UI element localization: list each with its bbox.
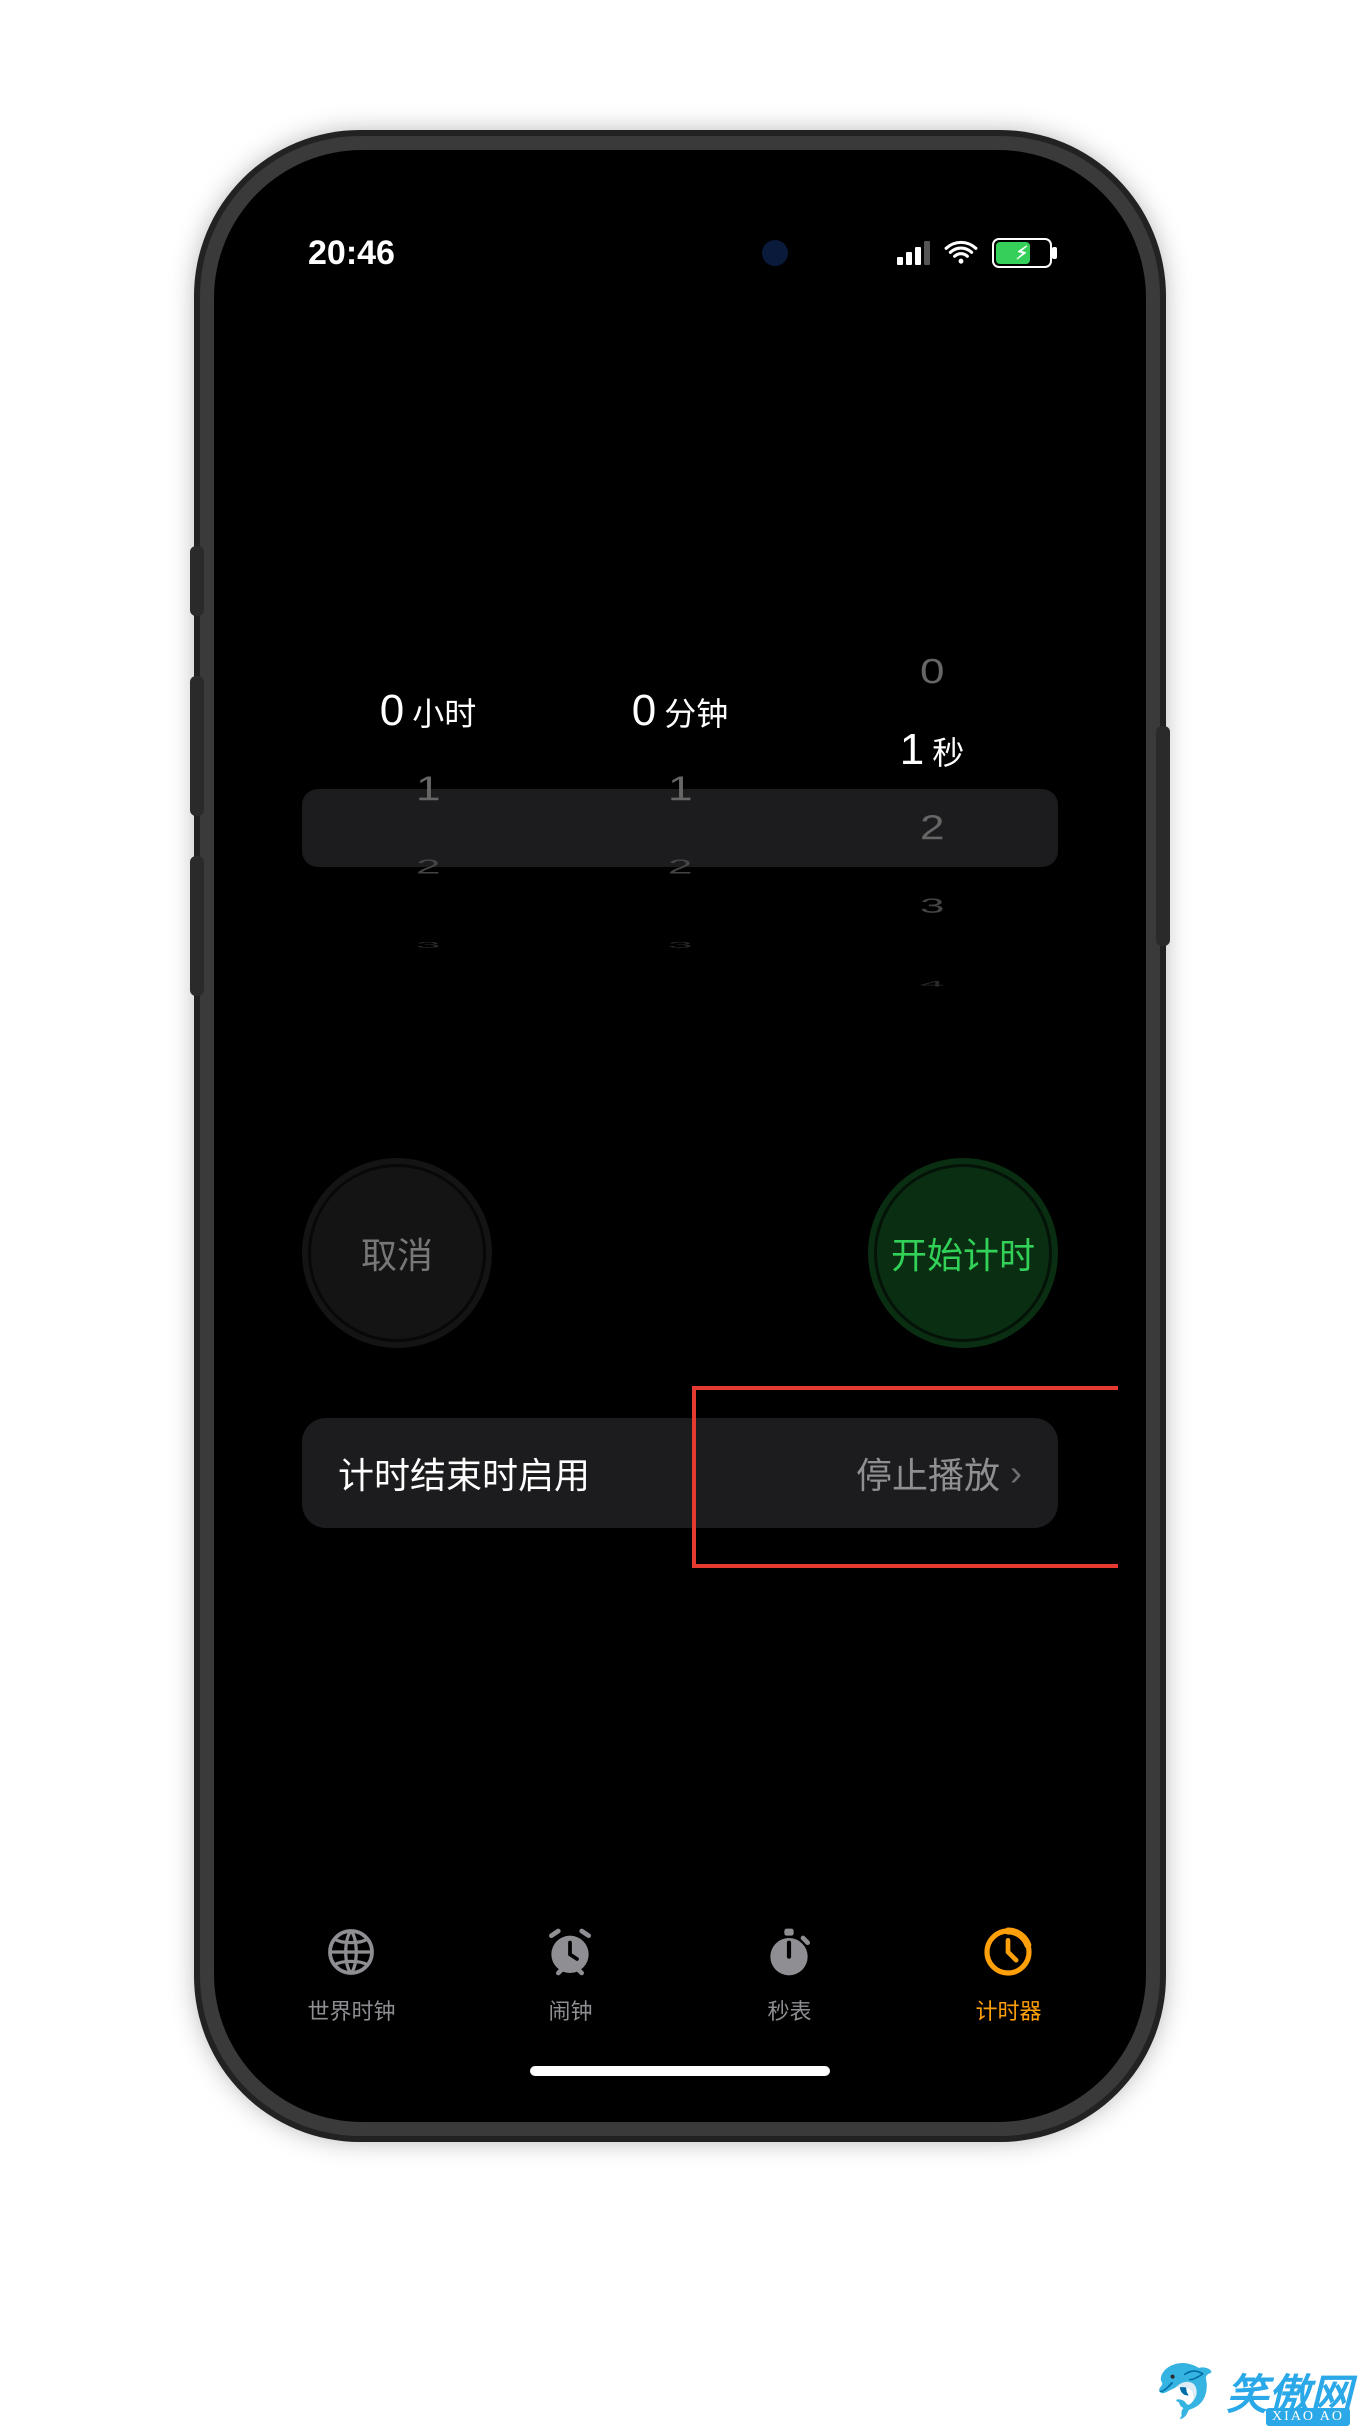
hours-next-1: 1 [415,759,440,821]
status-time: 20:46 [308,234,448,273]
seconds-selected: 1 秒 [900,711,965,789]
world-clock-icon [323,1924,379,1986]
timer-icon [980,1924,1036,1986]
tab-world-clock[interactable]: 世界时钟 [246,1924,456,2026]
when-timer-ends-row[interactable]: 计时结束时启用 停止播放 › [302,1418,1058,1528]
seconds-next-2: 3 [919,889,944,925]
battery-charging-icon: ⚡︎ [1016,244,1029,262]
home-indicator[interactable] [530,2066,830,2076]
watermark-subtext: XIAO AO [1266,2408,1350,2426]
battery-icon: ⚡︎ [992,238,1052,268]
stopwatch-icon [761,1924,817,1986]
start-button[interactable]: 开始计时 [868,1158,1058,1348]
when-timer-ends-label: 计时结束时启用 [338,1447,590,1499]
tab-stopwatch-label: 秒表 [767,1994,811,2026]
cancel-button-label: 取消 [361,1227,433,1279]
chevron-right-icon: › [1010,1452,1022,1494]
start-button-label: 开始计时 [891,1227,1035,1279]
seconds-prev-1: 0 [919,640,944,702]
when-timer-ends-value-group: 停止播放 › [856,1447,1022,1499]
seconds-next-3: 4 [919,977,944,992]
minutes-next-2: 2 [667,850,692,886]
watermark-logo-icon: 🐬 [1153,2361,1218,2422]
tab-alarm-label: 闹钟 [548,1994,592,2026]
phone-bezel: 20:46 ⚡︎ [214,150,1146,2122]
tab-world-clock-label: 世界时钟 [307,1994,395,2026]
seconds-picker-column[interactable]: 0 1 秒 2 3 4 [807,598,1056,1058]
minutes-next-3: 3 [667,938,692,953]
volume-down-button [190,856,204,996]
power-button [1156,726,1170,946]
tab-stopwatch[interactable]: 秒表 [684,1924,894,2026]
phone-frame: 20:46 ⚡︎ [200,136,1160,2136]
hours-next-2: 2 [415,850,440,886]
tab-timer-label: 计时器 [975,1994,1041,2026]
status-right: ⚡︎ [897,238,1052,268]
tab-alarm[interactable]: 闹钟 [465,1924,675,2026]
mute-switch [190,546,204,616]
dynamic-island [550,218,810,288]
minutes-selected: 0 分钟 [632,672,729,750]
cellular-signal-icon [897,241,930,265]
minutes-next-1: 1 [667,759,692,821]
alarm-clock-icon [542,1924,598,1986]
screen: 20:46 ⚡︎ [242,178,1118,2094]
hours-next-3: 3 [415,938,440,953]
time-picker[interactable]: 0 小时 1 2 3 0 分钟 [302,598,1058,1058]
tab-timer[interactable]: 计时器 [903,1924,1113,2026]
front-camera-icon [762,240,788,266]
hours-selected: 0 小时 [380,672,477,750]
button-row: 取消 开始计时 [302,1158,1058,1348]
wifi-icon [944,240,978,266]
hours-picker-column[interactable]: 0 小时 1 2 3 [303,598,552,1058]
watermark: 🐬 笑傲网 XIAO AO [1153,2361,1352,2422]
seconds-next-1: 2 [919,798,944,860]
volume-up-button [190,676,204,816]
when-timer-ends-value: 停止播放 [856,1447,1000,1499]
cancel-button[interactable]: 取消 [302,1158,492,1348]
minutes-picker-column[interactable]: 0 分钟 1 2 3 [555,598,804,1058]
